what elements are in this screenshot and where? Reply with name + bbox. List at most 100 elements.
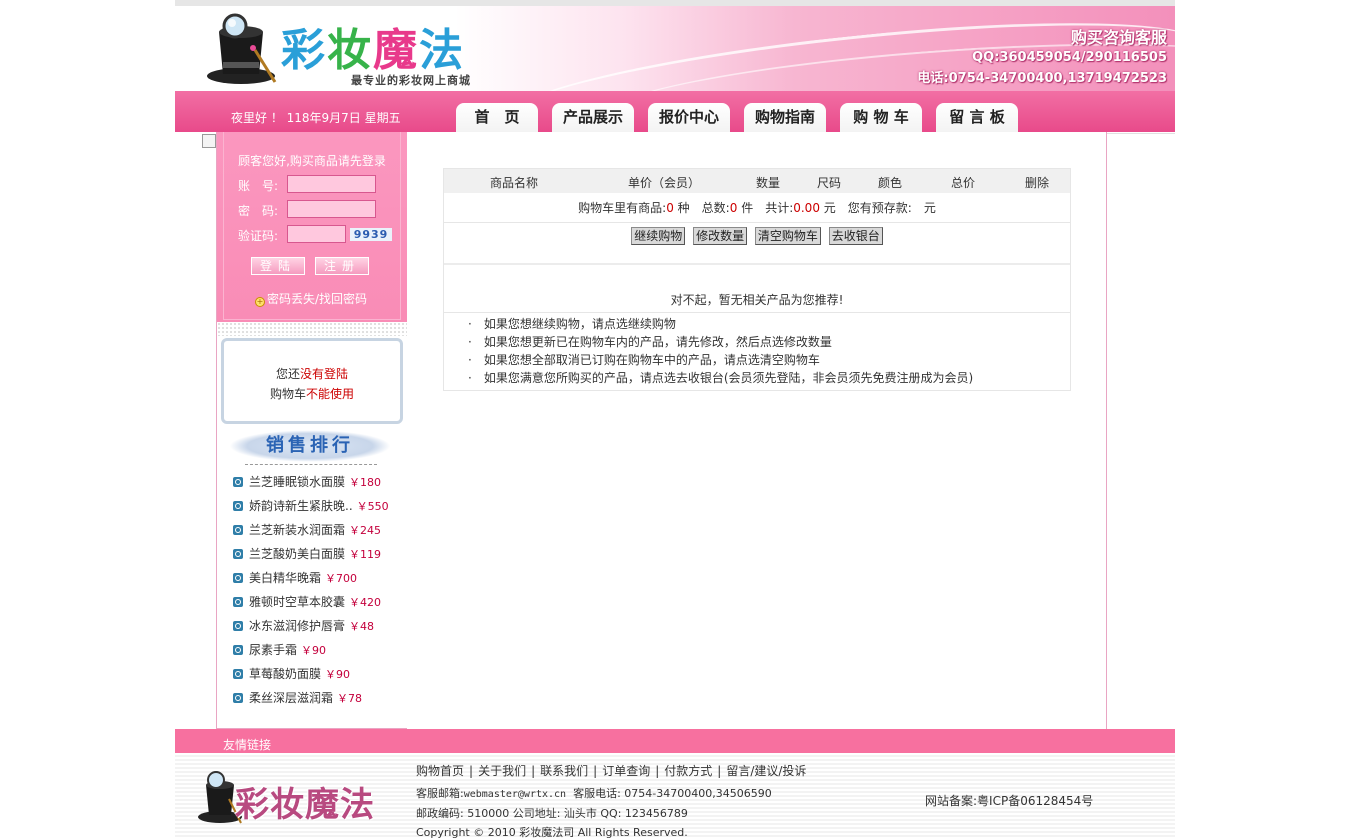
ranking-item-price: ￥119 xyxy=(349,548,382,561)
ranking-divider xyxy=(245,464,377,465)
footer-logo[interactable]: 彩妆魔法 xyxy=(197,767,387,829)
bullet-icon xyxy=(233,645,243,655)
ranking-item-price: ￥245 xyxy=(349,524,382,537)
col-color: 颜色 xyxy=(878,176,903,190)
tab-guide[interactable]: 购物指南 xyxy=(744,103,826,132)
header-banner: 彩妆魔法 最专业的彩妆网上商城 购买咨询客服 QQ:360459054/2901… xyxy=(175,6,1175,91)
separator: | xyxy=(531,764,536,778)
footer-link-payment[interactable]: 付款方式 xyxy=(664,764,712,778)
tip-item: · 如果您想继续购物，请点选继续购物 xyxy=(468,317,676,331)
footer-contact: 客服邮箱:webmaster@wrtx.cn 客服电话: 0754-347004… xyxy=(416,785,772,801)
ranking-item[interactable]: 美白精华晚霜 ￥700 xyxy=(233,566,405,590)
summary-text: 种 总数: xyxy=(677,201,730,215)
bullet-icon xyxy=(233,693,243,703)
logo-subtitle: 最专业的彩妆网上商城 xyxy=(351,74,471,87)
bullet-icon xyxy=(233,597,243,607)
summary-count: 0 xyxy=(729,201,738,215)
contact-title: 购买咨询客服 xyxy=(1070,28,1167,47)
footer-link-orders[interactable]: 订单查询 xyxy=(602,764,650,778)
ranking-item-price: ￥420 xyxy=(349,596,382,609)
footer-address: 邮政编码: 510000 公司地址: 汕头市 QQ: 123456789 xyxy=(416,807,688,820)
footer-link-about[interactable]: 关于我们 xyxy=(478,764,526,778)
separator: | xyxy=(655,764,660,778)
notice-text: 购物车 xyxy=(269,387,306,401)
ranking-item-price: ￥90 xyxy=(301,644,327,657)
ranking-item[interactable]: 娇韵诗新生紧肤晚.. ￥550 xyxy=(233,494,405,518)
bullet-icon xyxy=(233,501,243,511)
footer-link-home[interactable]: 购物首页 xyxy=(416,764,464,778)
sales-ranking-list: 兰芝睡眠锁水面膜 ￥180 娇韵诗新生紧肤晚.. ￥550 兰芝新装水润面霜 ￥245… xyxy=(233,470,405,710)
email-value[interactable]: webmaster@wrtx.cn xyxy=(464,789,566,800)
ranking-item[interactable]: 雅顿时空草本胶囊 ￥420 xyxy=(233,590,405,614)
summary-text: 元 您有预存款: 元 xyxy=(823,201,936,215)
tab-products[interactable]: 产品展示 xyxy=(552,103,634,132)
ranking-item[interactable]: 冰东滋润修护唇膏 ￥48 xyxy=(233,614,405,638)
account-label: 账 号: xyxy=(238,179,279,193)
ranking-item-price: ￥48 xyxy=(349,620,375,633)
cart-summary: 购物车里有商品:0 种 总数:0 件 共计:0.00 元 您有预存款: 元 xyxy=(444,193,1070,223)
forgot-password-link[interactable]: + 密码丢失/找回密码 xyxy=(255,290,367,307)
separator: | xyxy=(717,764,722,778)
footer-link-feedback[interactable]: 留言/建议/投诉 xyxy=(726,764,806,778)
continue-shopping-button[interactable]: 继续购物 xyxy=(631,227,686,245)
footer-logo-text: 彩妆魔法 xyxy=(235,785,375,825)
tip-item: · 如果您想全部取消已订购在购物车中的产品，请点选清空购物车 xyxy=(468,353,820,367)
footer-links: 购物首页 | 关于我们 | 联系我们 | 订单查询 | 付款方式 | 留言/建议/投诉 xyxy=(416,762,806,779)
password-label: 密 码: xyxy=(238,204,279,218)
login-button[interactable]: 登陆 xyxy=(251,257,305,275)
broken-image-icon xyxy=(202,134,216,148)
ranking-item[interactable]: 兰芝酸奶美白面膜 ￥119 xyxy=(233,542,405,566)
tab-quotes[interactable]: 报价中心 xyxy=(648,103,730,132)
tab-guestbook[interactable]: 留 言 板 xyxy=(936,103,1018,132)
col-product-name: 商品名称 xyxy=(490,176,539,190)
bullet-icon xyxy=(233,549,243,559)
notice-line-1: 您还没有登陆 xyxy=(224,365,400,382)
ranking-item[interactable]: 草莓酸奶面膜 ￥90 xyxy=(233,662,405,686)
friend-links-bar: 友情链接 xyxy=(175,729,1175,753)
ranking-item-name: 草莓酸奶面膜 xyxy=(249,667,322,681)
tab-home[interactable]: 首 页 xyxy=(456,103,538,132)
page: 彩妆魔法 最专业的彩妆网上商城 购买咨询客服 QQ:360459054/2901… xyxy=(175,0,1175,839)
ranking-item[interactable]: 尿素手霜 ￥90 xyxy=(233,638,405,662)
login-greeting: 顾客您好,购买商品请先登录 xyxy=(238,154,386,168)
summary-text: 购物车里有商品: xyxy=(578,201,667,215)
separator: | xyxy=(593,764,598,778)
login-box: 顾客您好,购买商品请先登录 账 号: 密 码: 验证码: 9939 登陆 注册 … xyxy=(217,132,407,322)
footer-link-contact[interactable]: 联系我们 xyxy=(540,764,588,778)
col-size: 尺码 xyxy=(817,176,842,190)
password-input[interactable] xyxy=(287,200,376,218)
no-recommendation-text: 对不起，暂无相关产品为您推荐! xyxy=(444,265,1070,313)
ranking-item[interactable]: 兰芝睡眠锁水面膜 ￥180 xyxy=(233,470,405,494)
left-sidebar: 顾客您好,购买商品请先登录 账 号: 密 码: 验证码: 9939 登陆 注册 … xyxy=(216,132,408,729)
cart-tips: · 如果您想继续购物，请点选继续购物 · 如果您想更新已在购物车内的产品，请先修… xyxy=(444,313,1070,390)
notice-text: 您还 xyxy=(275,367,300,381)
main-nav: 夜里好 ！ 118年9月7日 星期五 首 页 产品展示 报价中心 购物指南 购 … xyxy=(175,91,1175,132)
notice-highlight: 不能使用 xyxy=(306,387,355,401)
cart-actions: 继续购物 修改数量 清空购物车 去收银台 xyxy=(444,223,1070,265)
captcha-image[interactable]: 9939 xyxy=(350,228,392,241)
update-quantity-button[interactable]: 修改数量 xyxy=(693,227,748,245)
summary-total: 0.00 xyxy=(793,201,820,215)
friend-links-title: 友情链接 xyxy=(223,738,272,752)
account-input[interactable] xyxy=(287,175,376,193)
ranking-item[interactable]: 柔丝深层滋润霜 ￥78 xyxy=(233,686,405,710)
checkout-button[interactable]: 去收银台 xyxy=(828,227,883,245)
ranking-item-name: 兰芝睡眠锁水面膜 xyxy=(249,475,346,489)
ranking-item-price: ￥90 xyxy=(325,668,351,681)
tab-cart[interactable]: 购 物 车 xyxy=(840,103,922,132)
logo-title: 彩妆魔法 xyxy=(281,14,465,78)
magic-hat-icon xyxy=(207,13,277,84)
bullet-icon xyxy=(233,669,243,679)
separator: | xyxy=(469,764,474,778)
date-greeting: 夜里好 ！ 118年9月7日 星期五 xyxy=(231,111,401,125)
logo-char: 妆 xyxy=(327,25,373,76)
email-label: 客服邮箱: xyxy=(416,787,464,800)
bullet-icon xyxy=(233,525,243,535)
notice-highlight: 没有登陆 xyxy=(300,367,349,381)
clear-cart-button[interactable]: 清空购物车 xyxy=(754,227,821,245)
site-logo[interactable]: 彩妆魔法 最专业的彩妆网上商城 xyxy=(203,8,503,88)
captcha-input[interactable] xyxy=(287,225,346,243)
register-button[interactable]: 注册 xyxy=(315,257,369,275)
ranking-item[interactable]: 兰芝新装水润面霜 ￥245 xyxy=(233,518,405,542)
ranking-item-price: ￥78 xyxy=(337,692,363,705)
